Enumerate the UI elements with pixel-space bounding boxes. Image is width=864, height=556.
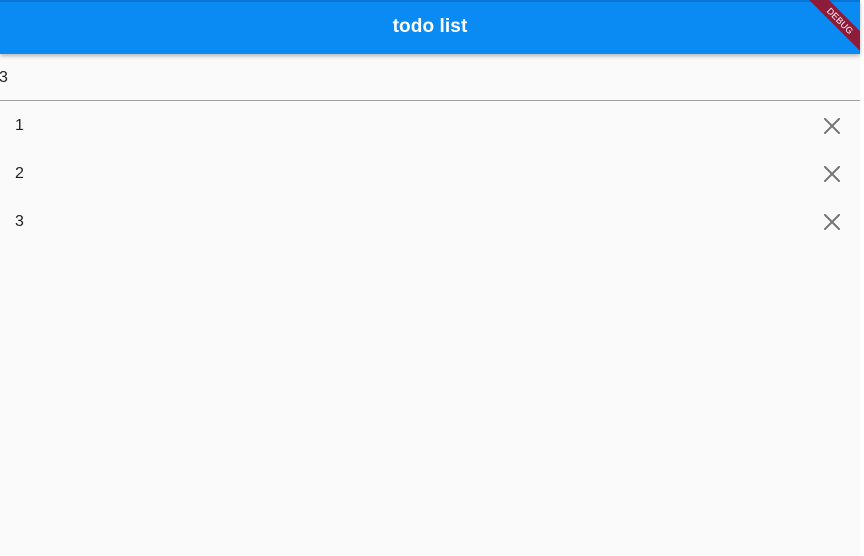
delete-todo-button[interactable] [812,202,852,242]
app-bar: todo list [0,0,860,54]
todo-item: 1 [0,102,860,150]
app-bar-edge [0,0,860,2]
app-window: todo list DEBUG 1 2 3 [0,0,860,556]
todo-item-label: 2 [15,165,24,182]
debug-banner-label: DEBUG [805,0,860,54]
delete-todo-button[interactable] [812,106,852,146]
todo-item-label: 1 [15,117,24,134]
window-edge [860,0,864,556]
todo-item: 2 [0,150,860,198]
delete-todo-button[interactable] [812,154,852,194]
todo-list: 1 2 3 [0,102,860,246]
close-icon [824,214,840,230]
todo-input-container [0,54,860,102]
todo-item: 3 [0,198,860,246]
close-icon [824,166,840,182]
todo-item-label: 3 [15,213,24,230]
debug-banner: DEBUG [790,0,860,54]
app-bar-title: todo list [392,16,468,37]
todo-input[interactable] [0,54,860,101]
close-icon [824,118,840,134]
